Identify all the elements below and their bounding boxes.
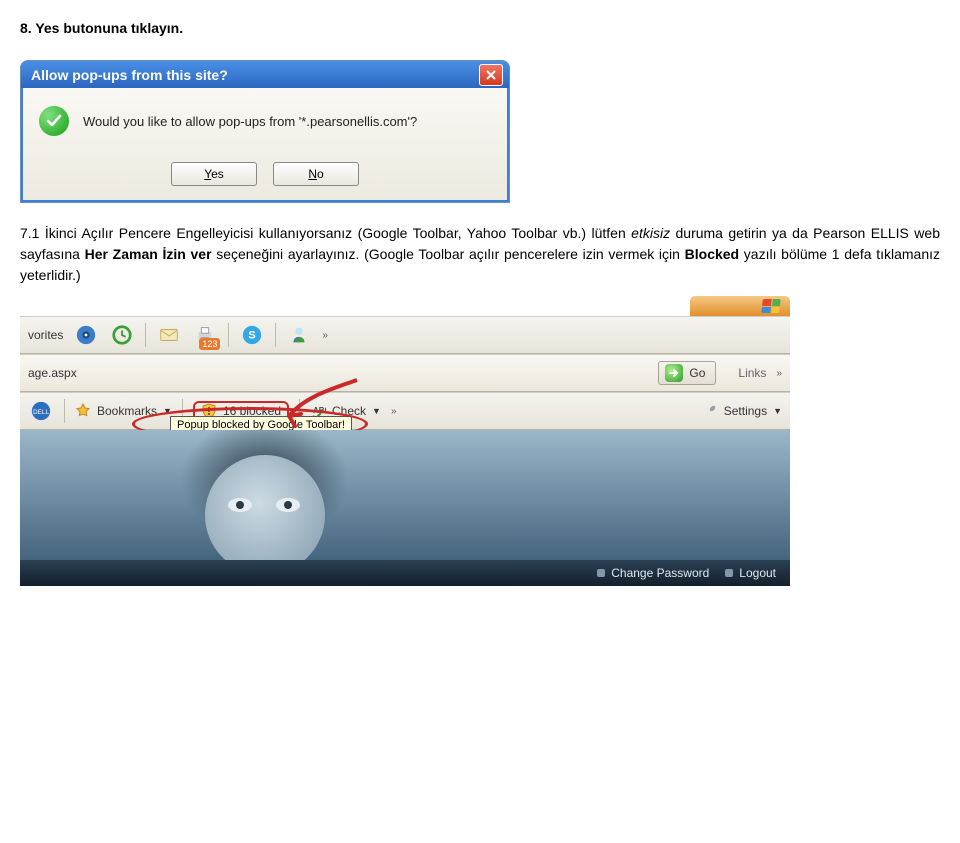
toolbar-overflow-icon[interactable]: » <box>322 332 328 339</box>
links-label: Links <box>738 366 766 380</box>
print-badge: 123 <box>199 338 220 350</box>
settings-menu[interactable]: Settings ▼ <box>702 403 782 419</box>
instruction-paragraph: 7.1 İkinci Açılır Pencere Engelleyicisi … <box>20 223 940 286</box>
dialog-question: Would you like to allow pop-ups from '*.… <box>83 114 417 129</box>
confirm-checkmark-icon <box>39 106 69 136</box>
print-icon[interactable]: 123 <box>192 322 218 348</box>
bullet-icon <box>725 569 733 577</box>
address-fragment: age.aspx <box>28 363 77 383</box>
dialog-titlebar: Allow pop-ups from this site? <box>21 61 509 88</box>
ie-toolbar-row: vorites 123 S » <box>20 316 790 354</box>
links-chevron-icon[interactable]: » <box>776 370 782 377</box>
footer-bar: Change Password Logout <box>20 560 790 586</box>
logout-link[interactable]: Logout <box>725 566 776 580</box>
mail-icon[interactable] <box>156 322 182 348</box>
star-icon <box>75 403 91 419</box>
svg-text:DELL: DELL <box>33 409 49 416</box>
favorites-label: vorites <box>28 325 63 345</box>
wrench-icon <box>702 403 718 419</box>
hero-banner <box>20 430 790 560</box>
skype-icon[interactable]: S <box>239 322 265 348</box>
dell-icon[interactable]: DELL <box>28 398 54 424</box>
yes-button[interactable]: Yes <box>171 162 257 186</box>
change-password-link[interactable]: Change Password <box>597 566 709 580</box>
bullet-icon <box>597 569 605 577</box>
address-bar-row: age.aspx Go Links » <box>20 354 790 392</box>
go-arrow-icon <box>665 364 683 382</box>
svg-text:S: S <box>249 330 256 342</box>
browser-toolbar-screenshot: vorites 123 S » age.aspx <box>20 296 790 586</box>
face-graphic <box>150 430 380 560</box>
popup-dialog: Allow pop-ups from this site? Would you … <box>20 60 510 203</box>
history-icon[interactable] <box>109 322 135 348</box>
go-button[interactable]: Go <box>658 361 716 385</box>
step-heading: 8. Yes butonuna tıklayın. <box>20 20 940 36</box>
no-button[interactable]: No <box>273 162 359 186</box>
close-icon <box>486 70 496 80</box>
windows-flag-icon <box>761 299 780 313</box>
taskbar-fragment <box>690 296 790 316</box>
dialog-title: Allow pop-ups from this site? <box>31 67 228 83</box>
messenger-icon[interactable] <box>286 322 312 348</box>
close-button[interactable] <box>479 64 503 86</box>
media-icon[interactable] <box>73 322 99 348</box>
toolbar-overflow-2-icon[interactable]: » <box>391 408 397 415</box>
